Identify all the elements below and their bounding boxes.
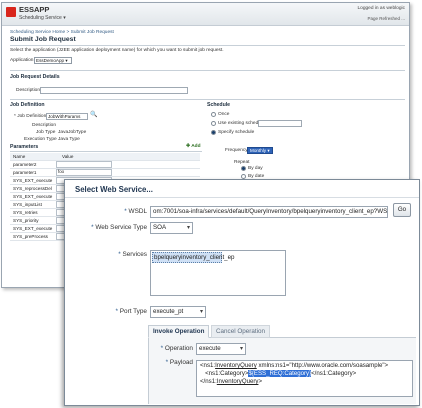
- job-definition-label: * Job Definition: [14, 114, 47, 119]
- add-parameter-button[interactable]: ✚ Add: [186, 144, 201, 149]
- operation-tabs: Invoke Operation Cancel Operation: [148, 325, 416, 338]
- dialog-title: Select Web Service...: [75, 185, 153, 194]
- operation-select[interactable]: execute ▾: [196, 343, 246, 355]
- divider: [10, 70, 405, 71]
- once-label: Once: [218, 112, 230, 117]
- schedule-heading: Schedule: [207, 102, 231, 108]
- job-type-value: JavaJobType: [58, 130, 87, 135]
- table-header: Name Value: [10, 153, 200, 161]
- instruction-text: Select the application (J2EE application…: [10, 48, 224, 53]
- description2-label: Description: [32, 123, 56, 128]
- tab-invoke-operation[interactable]: Invoke Operation: [148, 325, 210, 338]
- wsdl-input[interactable]: om:7001/soa-infra/services/default/Query…: [150, 206, 388, 218]
- existing-schedule-input[interactable]: [258, 120, 302, 127]
- divider: [65, 197, 419, 198]
- go-button[interactable]: Go: [393, 203, 411, 217]
- job-definition-heading: Job Definition: [10, 102, 45, 108]
- services-label: * Services: [118, 251, 147, 258]
- page-title: Submit Job Request: [10, 36, 76, 43]
- operation-label: * Operation: [160, 345, 193, 352]
- once-radio[interactable]: [211, 112, 216, 117]
- application-select[interactable]: EssDemoApp ▾: [34, 57, 72, 64]
- select-web-service-dialog: Select Web Service... * WSDL om:7001/soa…: [64, 179, 420, 406]
- wsdl-label: * WSDL: [124, 208, 147, 215]
- app-header: ESSAPP Scheduling Service ▾ Logged in as…: [2, 3, 409, 26]
- value-input[interactable]: [56, 161, 112, 168]
- web-service-type-select[interactable]: SOA ▾: [150, 222, 193, 234]
- search-icon[interactable]: 🔍: [90, 111, 97, 118]
- port-type-label: * Port Type: [115, 308, 147, 315]
- frequency-label: Frequency: [225, 148, 248, 153]
- selected-token: ${ESS_REQ:Category}: [248, 370, 312, 377]
- chevron-down-icon: ▾: [199, 309, 203, 315]
- payload-label: * Payload: [165, 359, 193, 366]
- job-definition-input[interactable]: JobWithParams: [46, 113, 88, 120]
- frequency-select[interactable]: Monthly ▾: [247, 147, 273, 154]
- divider: [10, 99, 405, 100]
- chevron-down-icon: ▾: [186, 225, 190, 231]
- application-label: Application: [10, 58, 34, 63]
- specify-schedule-label: Specify schedule: [218, 130, 255, 135]
- by-day-label: By day: [248, 166, 263, 171]
- divider: [10, 151, 202, 152]
- payload-line: <ns1:Category>${ESS_REQ:Category}</ns1:C…: [203, 370, 357, 377]
- app-title: ESSAPP: [19, 5, 50, 14]
- execution-type-label: Execution Type: [24, 137, 57, 142]
- by-day-radio[interactable]: [241, 166, 246, 171]
- execution-type-value: Java Type: [58, 137, 80, 142]
- table-row: parameter1 foo: [10, 169, 200, 177]
- chevron-down-icon: ▾: [239, 346, 243, 352]
- name-column-header: Name: [13, 154, 26, 159]
- job-request-details-heading: Job Request Details: [10, 74, 60, 80]
- repeat-label: Repeat: [234, 160, 250, 165]
- value-column-header: Value: [62, 154, 74, 159]
- web-service-type-label: * Web Service Type: [91, 224, 147, 231]
- specify-schedule-radio[interactable]: [211, 130, 216, 135]
- services-list[interactable]: bpelqueryinventory_client_ep: [150, 250, 286, 296]
- description-label: Description: [16, 88, 40, 93]
- payload-textarea[interactable]: <ns1:InventoryQuery xmlns:ns1="http://ww…: [196, 360, 413, 397]
- list-item[interactable]: bpelqueryinventory_client_ep: [152, 252, 235, 263]
- breadcrumb[interactable]: Scheduling Service Home > Submit Job Req…: [10, 30, 114, 35]
- table-row: parameter2: [10, 161, 200, 169]
- tab-cancel-operation[interactable]: Cancel Operation: [211, 325, 271, 338]
- use-existing-schedule-radio[interactable]: [211, 121, 216, 126]
- job-type-label: Job Type: [36, 130, 56, 135]
- payload-line: </ns1:InventoryQuery>: [200, 378, 263, 385]
- divider: [10, 45, 405, 46]
- app-menu[interactable]: Scheduling Service ▾: [19, 15, 66, 21]
- logged-in-text: Logged in as weblogic: [357, 6, 405, 11]
- payload-line: <ns1:InventoryQuery xmlns:ns1="http://ww…: [200, 362, 389, 369]
- oracle-logo-icon: [6, 7, 16, 17]
- value-input[interactable]: foo: [56, 169, 112, 176]
- description-input[interactable]: [40, 87, 188, 94]
- parameters-heading: Parameters: [10, 144, 39, 150]
- page-refreshed-text: Page Refreshed ...: [367, 16, 405, 21]
- port-type-select[interactable]: execute_pt ▾: [150, 306, 206, 318]
